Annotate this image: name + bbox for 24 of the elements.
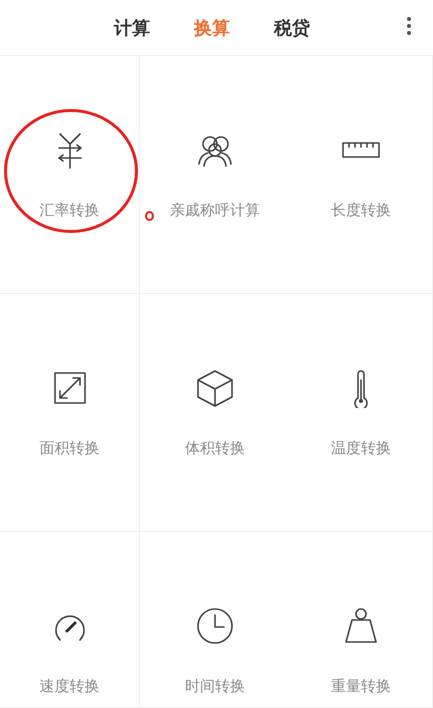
tool-tile[interactable]: 时间转换	[140, 532, 290, 708]
tool-label: 时间转换	[185, 677, 245, 696]
tool-tile[interactable]: 温度转换	[290, 294, 433, 532]
tool-tile[interactable]: 面积转换	[0, 294, 140, 532]
tool-label: 重量转换	[331, 677, 391, 696]
tool-label: 速度转换	[40, 677, 100, 696]
tool-tile[interactable]: 汇率转换	[0, 56, 140, 294]
tool-tile[interactable]: 亲戚称呼计算	[140, 56, 290, 294]
tool-label: 亲戚称呼计算	[170, 201, 260, 220]
tool-label: 体积转换	[185, 439, 245, 458]
tab[interactable]: 换算	[194, 16, 230, 40]
tool-tile[interactable]: 体积转换	[140, 294, 290, 532]
clock-icon	[195, 606, 235, 646]
more-menu-icon[interactable]	[407, 17, 411, 35]
tool-label: 温度转换	[331, 439, 391, 458]
tool-label: 汇率转换	[40, 201, 100, 220]
tool-tile[interactable]: 长度转换	[290, 56, 433, 294]
cube-icon	[195, 368, 235, 408]
tool-tile[interactable]: 重量转换	[290, 532, 433, 708]
tool-label: 长度转换	[331, 201, 391, 220]
tool-tile[interactable]: 速度转换	[0, 532, 140, 708]
tab[interactable]: 计算	[114, 16, 150, 40]
tool-label: 面积转换	[40, 439, 100, 458]
tab[interactable]: 税贷	[274, 16, 310, 40]
